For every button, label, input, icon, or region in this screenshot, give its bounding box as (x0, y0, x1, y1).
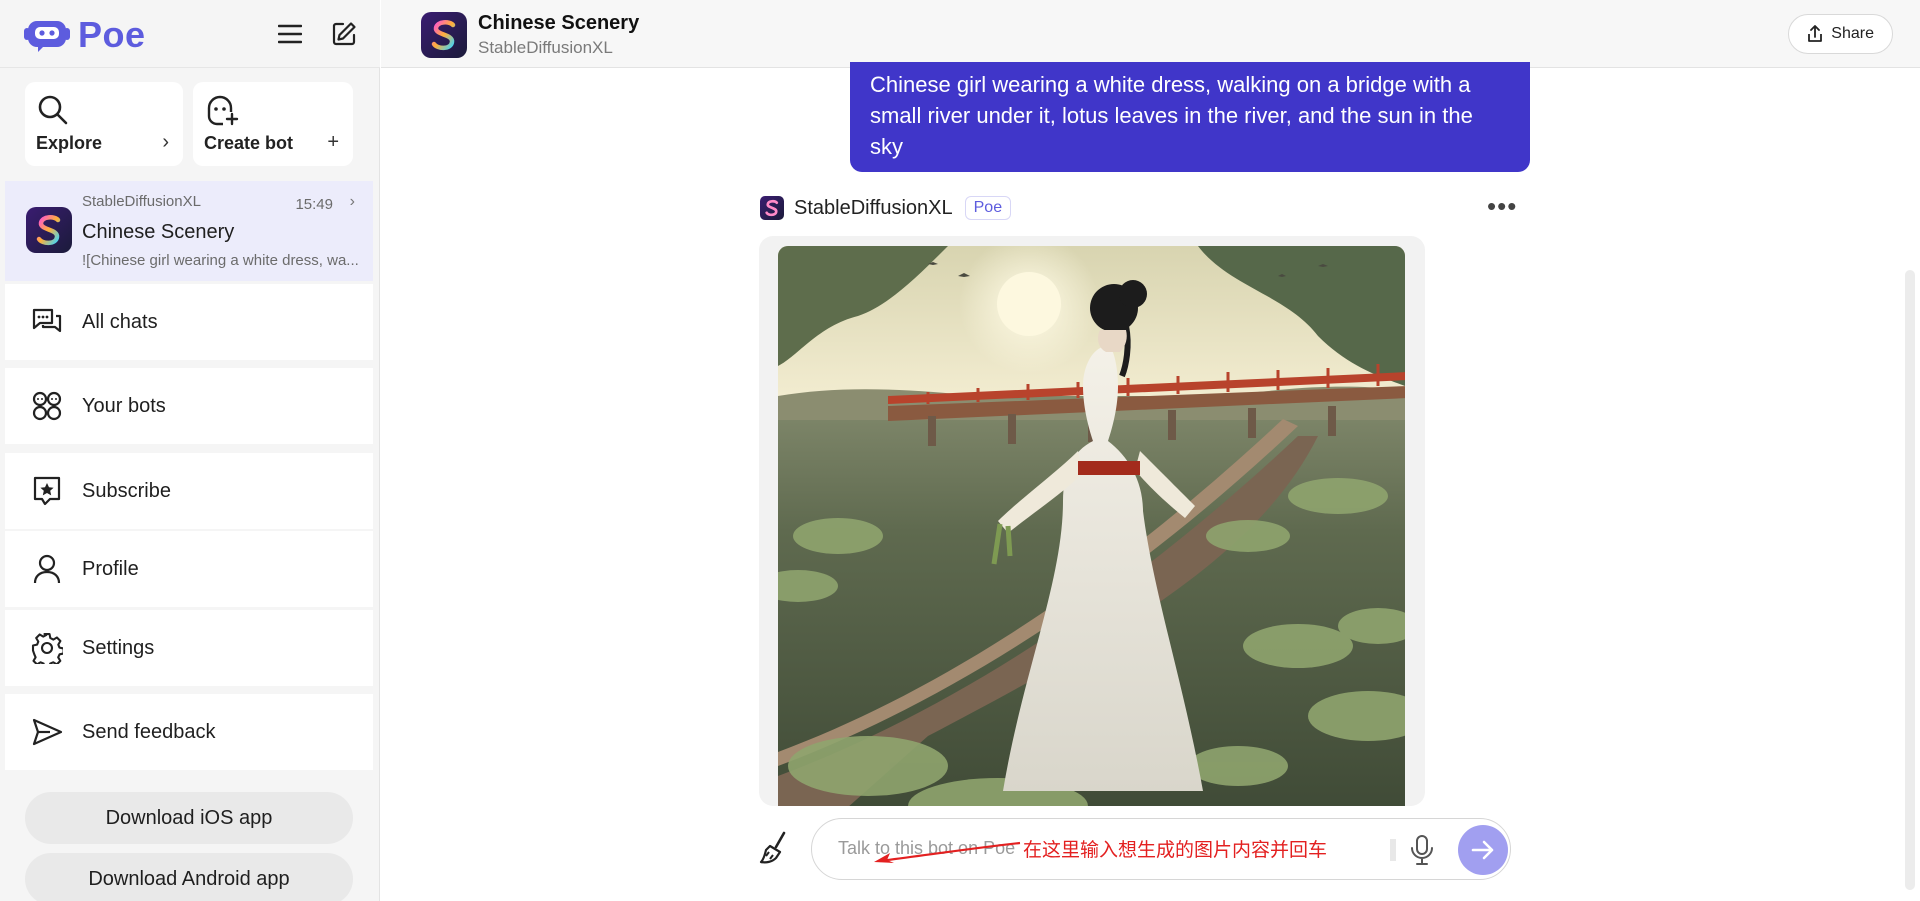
bots-grid-icon (31, 390, 63, 422)
nav-profile[interactable]: Profile (5, 531, 373, 607)
poe-logo[interactable]: Poe (24, 14, 146, 56)
share-label: Share (1831, 25, 1874, 42)
message-input[interactable]: Talk to this bot on Poe 在这里输入想生成的图片内容并回车 (811, 818, 1511, 880)
compose-icon (331, 21, 357, 47)
bot-add-icon (205, 94, 239, 126)
nav-your-bots[interactable]: Your bots (5, 368, 373, 444)
voice-input-button[interactable] (1407, 834, 1437, 866)
nav-your-bots-label: Your bots (82, 394, 166, 417)
bot-message-header: StableDiffusionXL Poe (760, 196, 1012, 220)
poe-logo-icon (24, 17, 70, 53)
chat-title: Chinese Scenery (82, 221, 235, 243)
chat-bot-subtitle[interactable]: StableDiffusionXL (478, 38, 613, 58)
bot-message (759, 236, 1425, 806)
nav-subscribe-label: Subscribe (82, 479, 171, 502)
input-divider (1390, 839, 1396, 861)
poe-badge: Poe (964, 196, 1012, 220)
poe-logo-text: Poe (78, 14, 146, 55)
nav-all-chats[interactable]: All chats (5, 284, 373, 360)
explore-label: Explore (36, 133, 103, 153)
microphone-icon (1407, 834, 1437, 866)
search-icon (37, 94, 69, 126)
nav-settings-label: Settings (82, 636, 155, 659)
nav-profile-label: Profile (82, 557, 139, 580)
bot-avatar[interactable] (421, 12, 467, 58)
create-bot-label: Create bot (204, 133, 294, 153)
annotation-text: 在这里输入想生成的图片内容并回车 (1023, 840, 1328, 861)
chat-list-item[interactable]: StableDiffusionXL 15:49 › Chinese Scener… (5, 181, 373, 281)
arrow-annotation-icon (872, 835, 1022, 865)
share-button[interactable]: Share (1788, 14, 1893, 54)
broom-icon (758, 830, 794, 866)
gear-icon (31, 632, 63, 664)
chats-icon (31, 306, 63, 338)
chat-snippet: ![Chinese girl wearing a white dress, wa… (82, 252, 359, 269)
nav-all-chats-label: All chats (82, 310, 158, 333)
bot-avatar (26, 207, 72, 253)
chat-header: Chinese Scenery StableDiffusionXL Share (381, 0, 1920, 68)
chevron-right-icon: › (349, 193, 355, 210)
nav-send-feedback-label: Send feedback (82, 720, 216, 743)
download-ios-button[interactable]: Download iOS app (25, 792, 353, 844)
generated-image[interactable] (778, 246, 1405, 806)
star-bubble-icon (31, 475, 63, 507)
arrow-right-icon (1471, 839, 1495, 861)
explore-tile[interactable]: Explore › (25, 82, 183, 166)
hamburger-icon (278, 24, 302, 44)
user-icon (31, 553, 63, 585)
new-chat-button[interactable] (328, 18, 360, 50)
chat-title: Chinese Scenery (478, 12, 640, 34)
create-bot-tile[interactable]: Create bot + (193, 82, 353, 166)
nav-settings[interactable]: Settings (5, 610, 373, 686)
share-icon (1807, 25, 1823, 43)
bot-name[interactable]: StableDiffusionXL (794, 197, 953, 220)
more-options-icon[interactable]: ••• (1487, 193, 1517, 219)
clear-context-button[interactable] (758, 830, 794, 866)
sidebar-header: Poe (0, 0, 380, 68)
user-message: Chinese girl wearing a white dress, walk… (850, 62, 1530, 172)
download-android-button[interactable]: Download Android app (25, 853, 353, 901)
nav-subscribe[interactable]: Subscribe (5, 453, 373, 529)
chat-timestamp: 15:49 (295, 196, 333, 213)
nav-send-feedback[interactable]: Send feedback (5, 694, 373, 770)
sidebar: Poe Explore › Create bot + StableDiffusi… (0, 0, 380, 901)
scrollbar[interactable] (1905, 270, 1915, 890)
chevron-right-icon: › (162, 131, 169, 153)
send-icon (31, 716, 63, 748)
send-button[interactable] (1458, 825, 1508, 875)
menu-button[interactable] (274, 18, 306, 50)
composer: Talk to this bot on Poe 在这里输入想生成的图片内容并回车 (381, 806, 1920, 901)
bot-avatar[interactable] (760, 196, 784, 220)
chat-bot-name: StableDiffusionXL (82, 193, 201, 210)
plus-icon: + (327, 131, 339, 153)
